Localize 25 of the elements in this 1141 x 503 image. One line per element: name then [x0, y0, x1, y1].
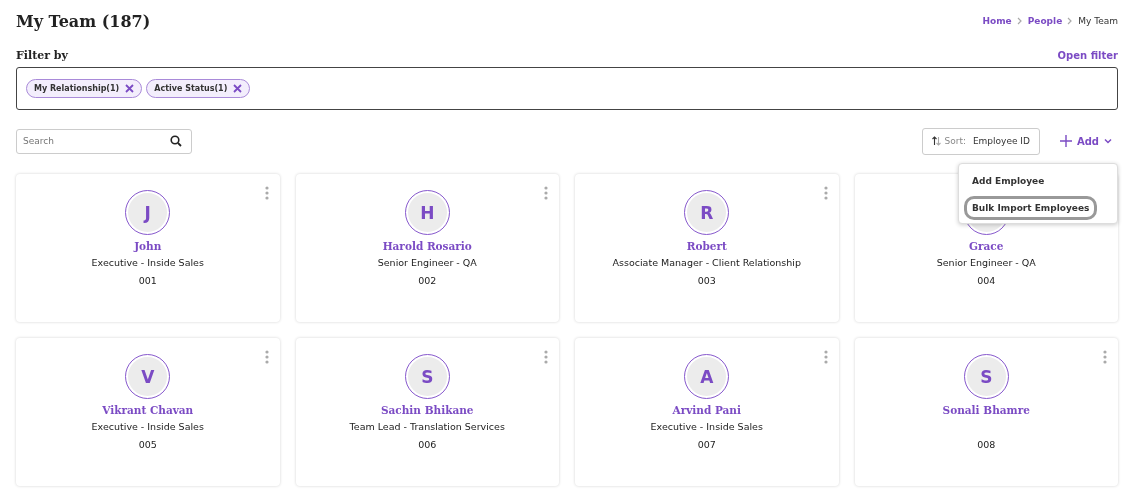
- avatar: A: [684, 354, 730, 399]
- employee-id: 006: [418, 439, 437, 450]
- avatar: S: [963, 354, 1009, 399]
- breadcrumb-current: My Team: [1078, 16, 1118, 26]
- avatar: V: [125, 354, 171, 399]
- avatar: J: [125, 190, 171, 235]
- employee-id: 003: [697, 275, 716, 286]
- employee-designation: Associate Manager - Client Relationship: [612, 257, 801, 269]
- avatar: R: [684, 190, 730, 235]
- employee-designation: Senior Engineer - QA: [377, 257, 477, 269]
- avatar: H: [404, 190, 450, 235]
- employee-id: 007: [697, 439, 716, 450]
- employee-id: 004: [977, 275, 996, 286]
- employee-id: 005: [138, 439, 157, 450]
- employee-id: 001: [138, 275, 157, 286]
- employee-id: 008: [977, 439, 996, 450]
- employee-designation: Executive - Inside Sales: [650, 421, 763, 433]
- employee-id: 002: [418, 275, 437, 286]
- employee-designation: Team Lead - Translation Services: [349, 421, 505, 433]
- employee-designation: Executive - Inside Sales: [91, 257, 204, 269]
- employee-designation: Senior Engineer - QA: [936, 257, 1036, 269]
- avatar: S: [404, 354, 450, 399]
- employee-designation: Executive - Inside Sales: [91, 421, 204, 433]
- page-title: My Team (187): [16, 11, 151, 31]
- filter-label: Filter by: [16, 48, 68, 62]
